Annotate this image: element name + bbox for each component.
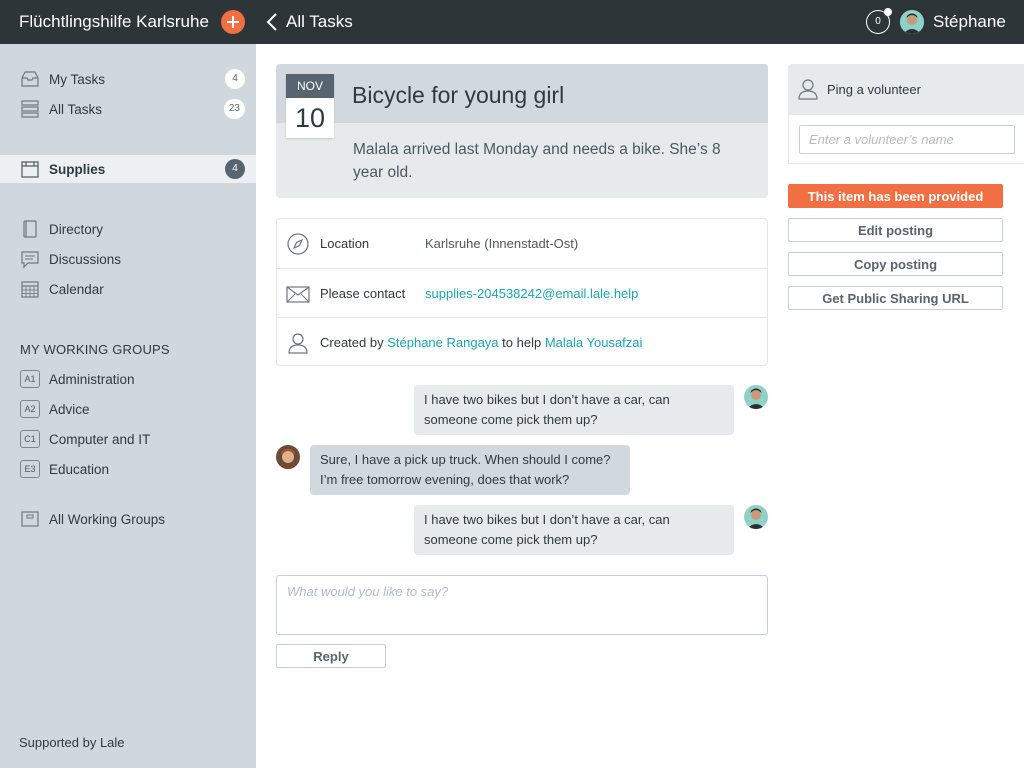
avatar-photo-icon (744, 385, 768, 409)
add-button[interactable] (221, 10, 245, 34)
group-label: Computer and IT (49, 431, 151, 447)
sidebar-item-my-tasks[interactable]: My Tasks 4 (0, 65, 256, 93)
count-badge: 23 (223, 99, 245, 119)
beneficiary-link[interactable]: Malala Yousafzai (545, 335, 643, 350)
date-month: NOV (286, 74, 334, 98)
person-icon (798, 79, 818, 100)
contact-email-link[interactable]: supplies-204538242@email.lale.help (425, 286, 638, 301)
sidebar-item-label: All Tasks (49, 101, 103, 117)
sidebar-item-calendar[interactable]: Calendar (0, 275, 256, 303)
copy-posting-button[interactable]: Copy posting (788, 252, 1003, 276)
contact-row: Please contact supplies-204538242@email.… (277, 268, 767, 317)
sidebar-item-all-tasks[interactable]: All Tasks 23 (0, 95, 256, 123)
notification-dot (884, 8, 892, 16)
sidebar: My Tasks 4 All Tasks 23 Supplies 4 Direc… (0, 44, 256, 768)
count-badge: 4 (225, 69, 245, 89)
ping-body (788, 114, 1024, 164)
avatar (744, 385, 768, 409)
sidebar-item-label: Directory (49, 221, 104, 237)
back-label: All Tasks (286, 12, 353, 31)
sidebar-group-administration[interactable]: A1 Administration (0, 365, 256, 393)
book-icon (23, 220, 37, 238)
date-day: 10 (294, 103, 326, 133)
compass-icon (287, 233, 309, 255)
sidebar-item-label: Supplies (49, 161, 106, 177)
back-to-all-tasks-link[interactable]: All Tasks (266, 10, 353, 34)
ping-volunteer-panel: Ping a volunteer (788, 64, 1024, 164)
created-prefix: Created by (320, 335, 384, 350)
inbox-icon (21, 71, 39, 87)
task-details: Location Karlsruhe (Innenstadt-Ost) Plea… (276, 218, 768, 366)
sidebar-item-label: Calendar (49, 281, 104, 297)
ping-label: Ping a volunteer (827, 82, 921, 97)
sidebar-item-discussions[interactable]: Discussions (0, 245, 256, 273)
user-name[interactable]: Stéphane (933, 12, 1006, 32)
sidebar-item-all-working-groups[interactable]: All Working Groups (0, 505, 256, 533)
avatar-photo-icon (900, 10, 924, 34)
public-sharing-url-button[interactable]: Get Public Sharing URL (788, 286, 1003, 310)
help-text: to help (502, 335, 542, 350)
avatar-photo-icon (276, 445, 300, 469)
created-by-row: Created by Stéphane Rangaya to help Mala… (277, 317, 767, 366)
notification-count: 0 (875, 16, 881, 27)
location-value: Karlsruhe (Innenstadt-Ost) (425, 236, 579, 251)
message-bubble: I have two bikes but I don’t have a car,… (414, 385, 734, 435)
sidebar-group-education[interactable]: E3 Education (0, 455, 256, 483)
supplies-icon (21, 161, 39, 178)
task-card: NOV 10 Bicycle for young girl Malala arr… (276, 64, 768, 198)
stack-icon (21, 100, 39, 118)
envelope-icon (286, 286, 310, 303)
message-bubble: I have two bikes but I don’t have a car,… (414, 505, 734, 555)
item-provided-button[interactable]: This item has been provided (788, 184, 1003, 208)
sidebar-group-computer-and-it[interactable]: C1 Computer and IT (0, 425, 256, 453)
avatar-photo-icon (744, 505, 768, 529)
archive-icon (21, 511, 39, 527)
avatar (276, 445, 300, 469)
sidebar-item-label: My Tasks (49, 71, 106, 87)
sidebar-group-advice[interactable]: A2 Advice (0, 395, 256, 423)
contact-label: Please contact (320, 286, 406, 301)
volunteer-name-input[interactable] (799, 125, 1015, 154)
sidebar-item-directory[interactable]: Directory (0, 215, 256, 243)
calendar-icon (21, 281, 39, 298)
group-label: Education (49, 461, 110, 477)
user-avatar[interactable] (900, 10, 924, 34)
message-bubble: Sure, I have a pick up truck. When shoul… (310, 445, 630, 495)
group-badge: E3 (20, 460, 40, 478)
footer-text: Supported by Lale (19, 735, 125, 750)
reply-input[interactable] (276, 575, 768, 635)
reply-button[interactable]: Reply (276, 644, 386, 668)
ping-header: Ping a volunteer (788, 64, 1024, 114)
chat-icon (21, 251, 39, 269)
person-icon (288, 333, 308, 354)
org-title[interactable]: Flüchtlingshilfe Karlsruhe (19, 12, 209, 32)
group-badge: A1 (20, 370, 40, 388)
task-description: Malala arrived last Monday and needs a b… (353, 141, 721, 181)
created-by-text: Created by Stéphane Rangaya to help Mala… (320, 335, 642, 350)
sidebar-item-supplies[interactable]: Supplies 4 (0, 155, 256, 183)
top-bar: Flüchtlingshilfe Karlsruhe All Tasks 0 S… (0, 0, 1024, 44)
chevron-left-icon (266, 13, 277, 31)
sidebar-item-label: All Working Groups (49, 511, 166, 527)
task-title: Bicycle for young girl (352, 82, 565, 108)
working-groups-heading: MY WORKING GROUPS (20, 342, 170, 357)
creator-link[interactable]: Stéphane Rangaya (387, 335, 498, 350)
location-row: Location Karlsruhe (Innenstadt-Ost) (277, 219, 767, 268)
count-badge: 4 (225, 159, 245, 179)
avatar (744, 505, 768, 529)
date-badge: NOV 10 (286, 74, 334, 138)
location-label: Location (320, 236, 370, 251)
group-label: Advice (49, 401, 90, 417)
edit-posting-button[interactable]: Edit posting (788, 218, 1003, 242)
group-badge: C1 (20, 430, 40, 448)
group-label: Administration (49, 371, 135, 387)
group-badge: A2 (20, 400, 40, 418)
notification-button[interactable]: 0 (866, 8, 892, 34)
sidebar-item-label: Discussions (49, 251, 122, 267)
